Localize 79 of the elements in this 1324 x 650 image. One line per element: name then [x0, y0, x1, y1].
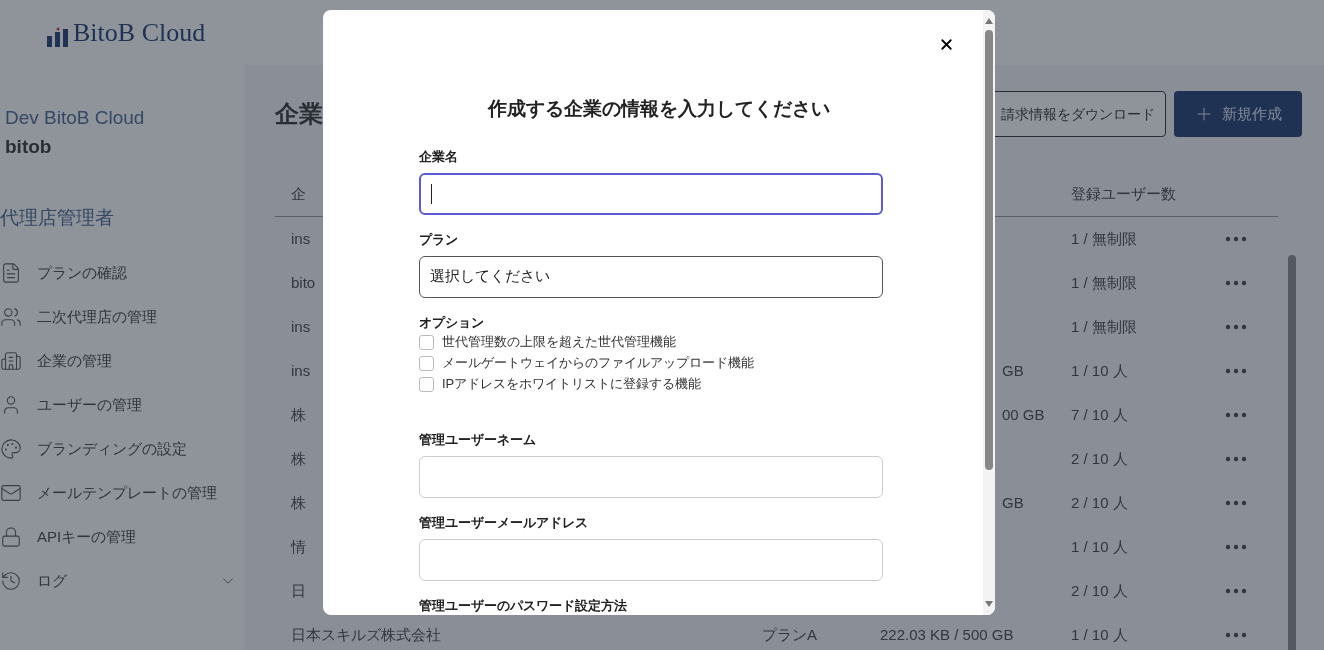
input-field[interactable]: [419, 172, 883, 215]
more-icon[interactable]: [1225, 324, 1247, 330]
bar-chart-icon: [47, 26, 69, 47]
table-cell: 情: [291, 537, 306, 555]
nav-item[interactable]: プランの確認: [0, 251, 245, 295]
option-label: IPアドレスをホワイトリストに登録する機能: [442, 375, 702, 394]
table-cell-text: 1 / 無制限: [1071, 228, 1138, 249]
field-label: 管理ユーザーネーム: [419, 430, 537, 449]
more-icon[interactable]: [1225, 236, 1247, 242]
text-cursor: [431, 183, 432, 204]
nav-item[interactable]: ログ: [0, 559, 245, 603]
more-icon[interactable]: [1225, 280, 1247, 286]
logo: BitoB Cloud: [47, 18, 206, 47]
table-cell: ins: [291, 317, 311, 335]
table-cell: GB: [1002, 493, 1024, 511]
page-title: 企業: [275, 99, 323, 129]
table-cell-text: 1 / 10 人: [1071, 624, 1129, 645]
table-cell-text: 1 / 10 人: [1071, 360, 1129, 381]
more-icon[interactable]: [1225, 588, 1247, 594]
clock-icon: [0, 570, 22, 592]
table-cell: 株: [291, 449, 306, 467]
table-cell-text: 2 / 10 人: [1071, 580, 1129, 601]
scrollbar[interactable]: [983, 10, 995, 615]
dialog-title: 作成する企業の情報を入力してください: [486, 97, 831, 121]
scroll-up-icon[interactable]: [985, 18, 993, 24]
table-cell: 00 GB: [1002, 405, 1045, 423]
more-icon[interactable]: [1225, 368, 1247, 374]
select-field[interactable]: 選択してください: [419, 255, 883, 298]
envelope-icon: [0, 482, 22, 504]
table-cell: ins: [291, 361, 311, 379]
option-label: 世代管理数の上限を超えた世代管理機能: [442, 333, 676, 352]
table-cell-text: 7 / 10 人: [1071, 404, 1129, 425]
table-cell: ins: [291, 229, 311, 247]
more-icon[interactable]: [1225, 412, 1247, 418]
checkbox[interactable]: [419, 376, 434, 392]
table-cell: 株: [291, 405, 306, 423]
option-label: メールゲートウェイからのファイルアップロード機能: [442, 354, 754, 373]
people-icon: [0, 306, 22, 328]
nav-item[interactable]: 企業の管理: [0, 339, 245, 383]
column-header: 企: [291, 185, 306, 203]
field-label: 企業名: [419, 147, 459, 166]
table-cell: 日: [291, 581, 306, 599]
nav-item[interactable]: APIキーの管理: [0, 515, 245, 559]
field-label: 管理ユーザーのパスワード設定方法: [419, 596, 628, 615]
more-icon[interactable]: [1225, 500, 1247, 506]
field-label: プラン: [419, 230, 459, 249]
building-icon: [0, 350, 22, 372]
table-cell: 株: [291, 493, 306, 511]
more-icon[interactable]: [1225, 544, 1247, 550]
more-icon[interactable]: [1225, 456, 1247, 462]
nav-item[interactable]: メールテンプレートの管理: [0, 471, 245, 515]
table-cell: bito: [291, 273, 316, 291]
nav-item[interactable]: ブランディングの設定: [0, 427, 245, 471]
table-cell: GB: [1002, 361, 1024, 379]
nav-item[interactable]: ユーザーの管理: [0, 383, 245, 427]
table-cell-text: 2 / 10 人: [1071, 448, 1129, 469]
table-cell: 222.03 KB / 500 GB: [880, 625, 1014, 643]
checkbox[interactable]: [419, 355, 434, 371]
tenant-name: Dev BitoB Cloud: [5, 106, 146, 130]
nav-item[interactable]: 二次代理店の管理: [0, 295, 245, 339]
create-button[interactable]: 新規作成: [1174, 91, 1302, 137]
palette-icon: [0, 438, 22, 460]
account-name: bitob: [5, 135, 53, 159]
padlock-icon: [0, 526, 22, 548]
more-icon[interactable]: [1225, 632, 1247, 638]
role-heading: 代理店管理者: [0, 206, 115, 230]
table-cell-text: 1 / 無制限: [1071, 272, 1138, 293]
table-cell: プランA: [762, 625, 817, 643]
table-cell-text: 1 / 10 人: [1071, 536, 1129, 557]
checkbox[interactable]: [419, 334, 434, 350]
scrollbar[interactable]: [1288, 255, 1296, 650]
column-header: 登録ユーザー数: [1071, 184, 1177, 205]
scroll-down-icon[interactable]: [985, 601, 993, 607]
table-cell-text: 2 / 10 人: [1071, 492, 1129, 513]
field-label: 管理ユーザーメールアドレス: [419, 513, 589, 532]
field-label: オプション: [419, 313, 485, 332]
document-icon: [0, 262, 22, 284]
table-cell-text: 1 / 無制限: [1071, 316, 1138, 337]
table-cell: 日本スキルズ株式会社: [291, 625, 441, 643]
